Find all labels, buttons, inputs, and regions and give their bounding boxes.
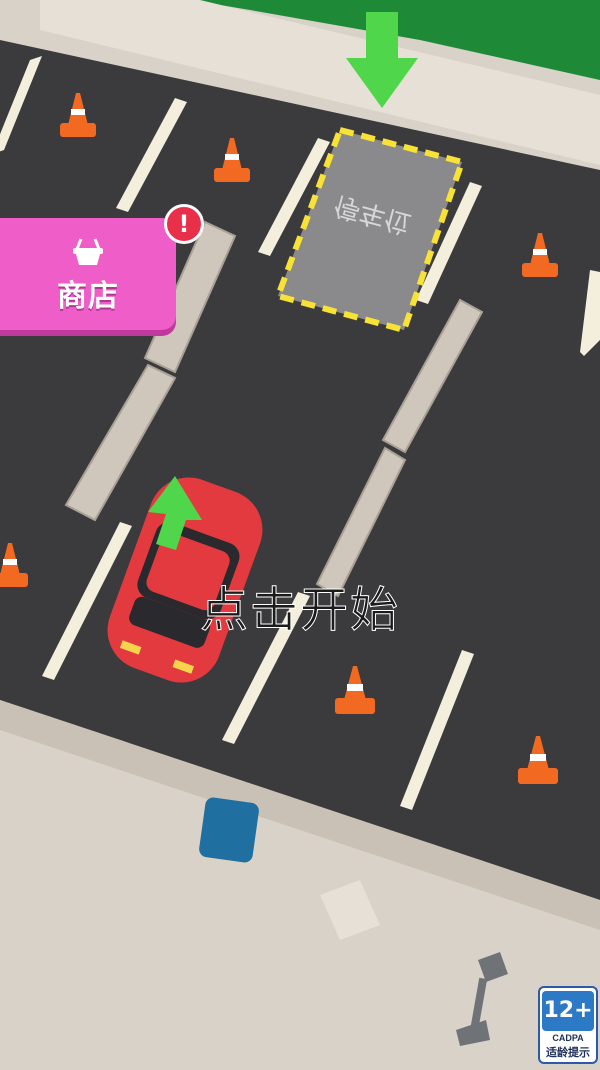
parking-lot (0, 0, 600, 1066)
trash-bin (199, 797, 259, 863)
age-rating-org: CADPA (552, 1033, 584, 1043)
game-scene[interactable] (0, 0, 600, 1066)
shop-label: 商店 (57, 279, 119, 314)
tap-to-start-prompt[interactable]: 点击开始 (150, 570, 450, 640)
shop-button[interactable]: 商店 (0, 218, 176, 330)
shop-alert-badge: ! (164, 204, 204, 244)
basket-icon (73, 238, 103, 265)
age-rating: 12+ (542, 991, 594, 1031)
age-rating-tip: 适龄提示 (546, 1046, 590, 1059)
age-rating-badge: 12+ CADPA 适龄提示 (538, 986, 598, 1064)
